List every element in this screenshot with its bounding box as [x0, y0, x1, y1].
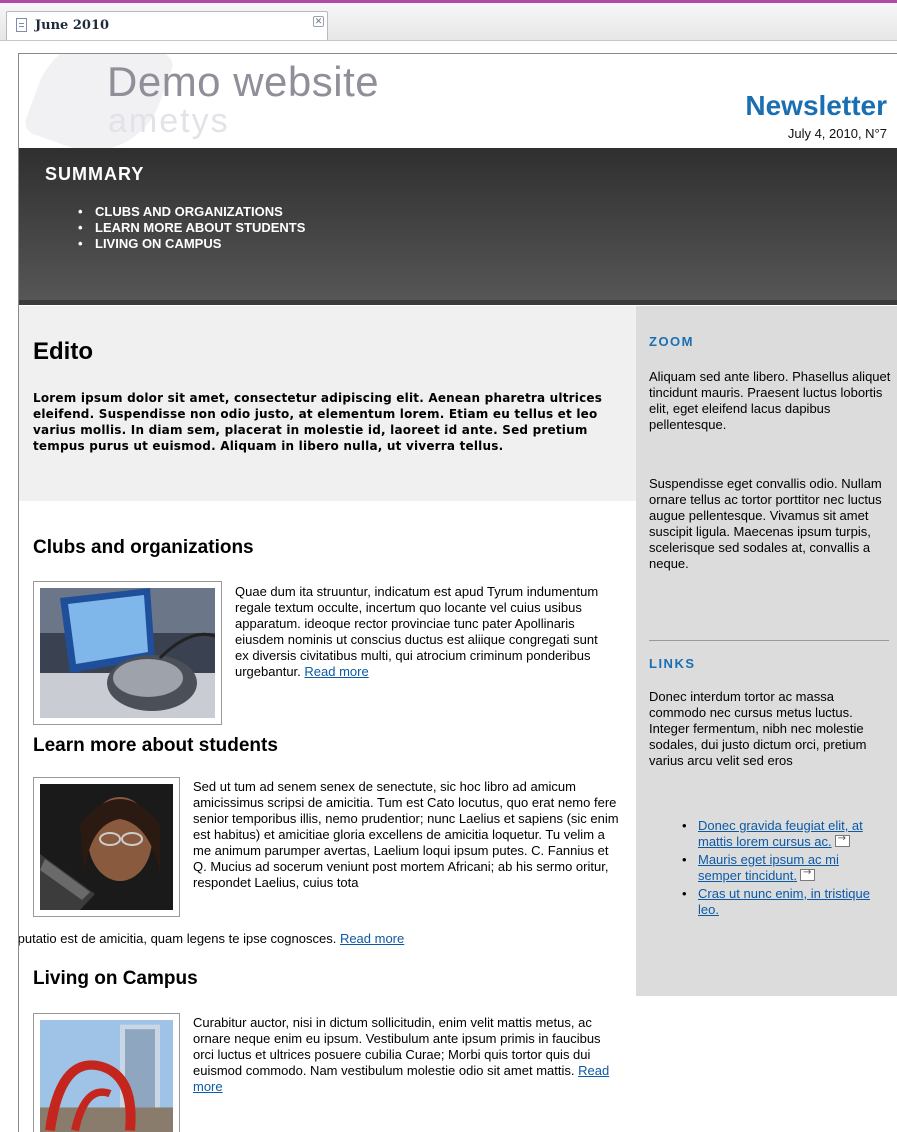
link-cras-ut-nunc[interactable]: Cras ut nunc enim, in tristique leo.	[698, 886, 870, 917]
article-title: Learn more about students	[33, 735, 278, 756]
read-more-link[interactable]: Read more	[340, 931, 404, 946]
edito-text: Lorem ipsum dolor sit amet, consectetur …	[33, 391, 603, 453]
newsletter-title: Newsletter	[745, 90, 887, 121]
edito-title: Edito	[33, 338, 93, 365]
zoom-title: ZOOM	[649, 334, 694, 349]
article-text-tail: disputatio est de amicitia, quam legens …	[18, 931, 621, 947]
sidebar: ZOOM Aliquam sed ante libero. Phasellus …	[636, 306, 897, 996]
article-text: Sed ut tum ad senem senex de senectute, …	[193, 779, 619, 890]
sidebar-divider	[649, 640, 889, 641]
summary-item-clubs[interactable]: CLUBS AND ORGANIZATIONS	[77, 204, 305, 220]
summary-item-campus[interactable]: LIVING ON CAMPUS	[77, 236, 305, 252]
article-thumbnail	[33, 1013, 180, 1132]
summary-list: CLUBS AND ORGANIZATIONS LEARN MORE ABOUT…	[77, 204, 305, 252]
summary-panel: SUMMARY CLUBS AND ORGANIZATIONS LEARN MO…	[19, 148, 897, 305]
zoom-paragraph-2: Suspendisse eget convallis odio. Nullam …	[649, 476, 882, 571]
summary-item-students[interactable]: LEARN MORE ABOUT STUDENTS	[77, 220, 305, 236]
links-list: Donec gravida feugiat elit, at mattis lo…	[680, 818, 880, 920]
tab-bar: June 2010 ✕	[0, 3, 897, 41]
links-paragraph: Donec interdum tortor ac massa commodo n…	[649, 689, 867, 768]
site-logo-subtitle: ametys	[108, 102, 230, 140]
document-icon	[16, 18, 27, 32]
links-title: LINKS	[649, 656, 696, 671]
article-body-text: Curabitur auctor, nisi in dictum sollici…	[193, 1015, 601, 1078]
zoom-paragraph-1: Aliquam sed ante libero. Phasellus aliqu…	[649, 369, 891, 432]
newsletter-header: Demo website ametys Newsletter July 4, 2…	[19, 54, 897, 148]
link-item: Mauris eget ipsum ac mi semper tincidunt…	[680, 852, 880, 884]
article-text: Curabitur auctor, nisi in dictum sollici…	[193, 1015, 623, 1095]
external-link-icon	[800, 865, 815, 881]
article-title: Clubs and organizations	[33, 537, 254, 558]
newsletter-date: July 4, 2010, N°7	[787, 126, 887, 141]
tab-june-2010[interactable]: June 2010 ✕	[6, 11, 328, 40]
link-item: Cras ut nunc enim, in tristique leo.	[680, 886, 880, 918]
link-item: Donec gravida feugiat elit, at mattis lo…	[680, 818, 880, 850]
edito-section: Edito Lorem ipsum dolor sit amet, consec…	[19, 306, 636, 501]
article-thumbnail	[33, 777, 180, 917]
link-mauris-eget[interactable]: Mauris eget ipsum ac mi semper tincidunt…	[698, 852, 839, 883]
article-thumbnail	[33, 581, 222, 725]
computer-mouse-image	[40, 588, 216, 718]
article-body-text: Quae dum ita struuntur, indicatum est ap…	[235, 584, 599, 679]
newsletter-page: Demo website ametys Newsletter July 4, 2…	[18, 53, 897, 1132]
summary-title: SUMMARY	[45, 164, 145, 184]
close-icon[interactable]: ✕	[313, 16, 324, 27]
site-logo-title: Demo website	[107, 58, 380, 105]
article-title: Living on Campus	[33, 968, 198, 989]
tab-label: June 2010	[35, 18, 110, 33]
read-more-link[interactable]: Read more	[304, 664, 368, 679]
student-portrait-image	[40, 784, 173, 910]
external-link-icon	[834, 831, 850, 847]
article-text: Quae dum ita struuntur, indicatum est ap…	[235, 584, 615, 680]
article-body-text: disputatio est de amicitia, quam legens …	[18, 931, 337, 946]
campus-sculpture-image	[40, 1020, 173, 1132]
